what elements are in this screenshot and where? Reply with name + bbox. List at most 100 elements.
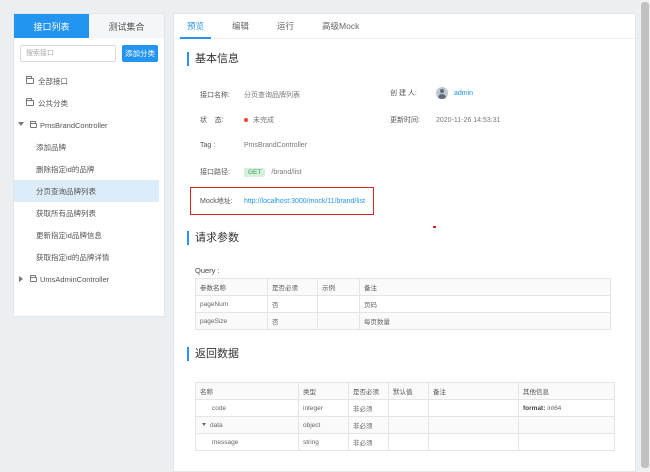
table-cell: 页码 [359,295,611,313]
table-row: message string 非必须 [195,433,615,451]
table-header-cell: 是否必须 [267,278,318,296]
tab-edit[interactable]: 编辑 [225,14,256,38]
table-cell [428,416,519,434]
tag-label: Tag : [200,142,216,149]
table-cell [518,433,615,451]
table-cell [388,433,429,451]
add-category-button[interactable]: 添加分类 [122,44,158,62]
request-params-title: 请求参数 [187,231,239,245]
sidebar-list: 全部接口 公共分类 PmsBrandController 添加品牌 删除指定id… [14,70,164,290]
table-cell [518,416,615,434]
table-header-cell: 备注 [428,382,519,400]
table-cell: object [298,416,349,434]
tag-row: Tag : PmsBrandController [200,142,307,149]
status-label: 状 态: [200,117,224,124]
query-params-table: 参数名称 是否必须 示例 备注 pageNum 否 页码 pageSize 否 … [195,278,611,330]
table-cell: pageSize [195,312,268,330]
table-row: pageNum 否 页码 [195,295,611,313]
table-cell: format: int64 [518,399,615,417]
table-header-cell: 参数名称 [195,278,268,296]
folder-icon [30,274,37,282]
table-cell: 否 [267,312,318,330]
top-tabs: 预览 编辑 运行 高级Mock [174,14,635,39]
table-row: data object 非必须 [195,416,615,434]
main-panel: 预览 编辑 运行 高级Mock 基本信息 接口名称: 分页查询品牌列表 创 建 … [173,13,636,472]
table-header-row: 名称 类型 是否必须 默认值 备注 其他信息 [195,382,615,400]
mock-row: Mock地址: http://localhost:3000/mock/11/br… [200,196,365,206]
sidebar-item-update-brand[interactable]: 更新指定id品牌信息 [14,224,164,246]
table-cell [388,399,429,417]
sidebar-item-umsadmin[interactable]: UmsAdminController [14,268,164,290]
sidebar-item-list-brand[interactable]: 分页查询品牌列表 [14,180,159,202]
table-header-cell: 是否必须 [348,382,389,400]
updated-value: 2020-11-26 14:53:31 [436,116,501,124]
table-cell: string [298,433,349,451]
sidebar-item-pmsbrand[interactable]: PmsBrandController [14,114,164,136]
path-label: 接口路径: [200,169,230,176]
folder-icon [26,98,34,106]
caret-right-icon[interactable] [19,276,23,282]
table-cell: 否 [267,295,318,313]
updated-row: 更新时间: 2020-11-26 14:53:31 [390,115,500,125]
table-header-cell: 示例 [317,278,360,296]
table-cell [388,416,429,434]
tab-interface-list[interactable]: 接口列表 [14,14,89,38]
field-name: data [210,421,223,429]
table-cell [317,295,360,313]
search-input[interactable] [20,44,116,62]
mock-url-link[interactable]: http://localhost:3000/mock/11/brand/list [244,198,365,205]
table-header-cell: 默认值 [388,382,429,400]
sidebar-item-public[interactable]: 公共分类 [14,92,164,114]
caret-down-icon[interactable] [18,122,24,126]
tab-preview[interactable]: 预览 [180,14,212,39]
folder-icon [26,76,34,84]
table-header-cell: 类型 [298,382,349,400]
tab-advanced-mock[interactable]: 高级Mock [315,14,366,38]
sidebar-item-label: 更新指定id品牌信息 [36,230,102,240]
table-cell: code [195,399,299,417]
table-cell [317,312,360,330]
path-value: /brand/list [271,168,302,176]
scrollbar-thumb[interactable] [641,2,649,468]
sidebar-item-all-brands[interactable]: 获取所有品牌列表 [14,202,164,224]
table-cell: 非必须 [348,399,389,417]
sidebar-item-label: 添加品牌 [36,142,66,152]
creator-label: 创 建 人: [390,90,417,97]
scrollbar[interactable] [640,0,650,472]
basic-info-title: 基本信息 [187,52,239,66]
sidebar-item-delete-brand[interactable]: 删除指定id的品牌 [14,158,164,180]
response-table: 名称 类型 是否必须 默认值 备注 其他信息 code integer 非必须 … [195,382,615,451]
table-cell: integer [298,399,349,417]
tab-run[interactable]: 运行 [270,14,301,38]
name-value: 分页查询品牌列表 [244,92,300,99]
sidebar-item-label: PmsBrandController [40,120,108,130]
table-cell: 非必须 [348,433,389,451]
table-row: pageSize 否 每页数量 [195,312,611,330]
table-header-cell: 其他信息 [518,382,615,400]
sidebar-item-all[interactable]: 全部接口 [14,70,164,92]
table-cell: data [195,416,299,434]
sidebar-item-add-brand[interactable]: 添加品牌 [14,136,164,158]
expand-caret-icon[interactable] [202,423,206,427]
table-cell: 非必须 [348,416,389,434]
sidebar-item-brand-detail[interactable]: 获取指定id的品牌详情 [14,246,164,268]
sidebar: 接口列表 测试集合 添加分类 全部接口 公共分类 PmsBrandControl… [13,13,165,317]
sidebar-tabs: 接口列表 测试集合 [14,14,164,38]
sidebar-item-label: 删除指定id的品牌 [36,164,95,174]
method-badge: GET [244,167,266,177]
sidebar-item-label: 获取指定id的品牌详情 [36,252,110,262]
table-cell: 每页数量 [359,312,611,330]
sidebar-item-label: UmsAdminController [40,274,110,284]
avatar [436,87,448,99]
tab-test-collection[interactable]: 测试集合 [89,14,164,38]
table-row: code integer 非必须 format: int64 [195,399,615,417]
status-dot-icon [244,118,248,122]
creator-link[interactable]: admin [454,90,473,97]
sidebar-item-label: 全部接口 [38,76,68,86]
table-cell [428,433,519,451]
name-row: 接口名称: 分页查询品牌列表 [200,90,300,100]
red-mark [433,226,436,228]
sidebar-item-label: 公共分类 [38,98,68,108]
table-cell [428,399,519,417]
mock-label: Mock地址: [200,198,233,205]
